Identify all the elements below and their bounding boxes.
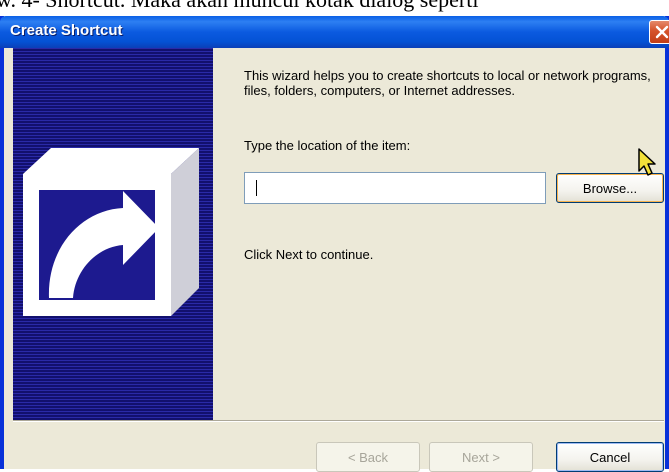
wizard-image-panel (13, 48, 213, 420)
intro-text: This wizard helps you to create shortcut… (244, 68, 651, 98)
create-shortcut-dialog: Create Shortcut This wizard helps you to… (0, 16, 669, 472)
mouse-pointer-icon (638, 148, 656, 176)
text-caret (256, 180, 257, 196)
cancel-button[interactable]: Cancel (556, 442, 664, 472)
close-button[interactable] (649, 20, 669, 44)
continue-instruction: Click Next to continue. (244, 247, 374, 262)
next-button[interactable]: Next > (429, 442, 533, 472)
close-icon (655, 25, 669, 39)
shortcut-arrow-icon (23, 148, 199, 316)
location-input[interactable] (244, 172, 546, 204)
location-label: Type the location of the item: (244, 138, 411, 153)
back-button[interactable]: < Back (316, 442, 420, 472)
dialog-title: Create Shortcut (10, 22, 123, 39)
footer-divider (13, 420, 664, 422)
browse-button[interactable]: Browse... (556, 173, 664, 203)
title-bar[interactable]: Create Shortcut (0, 16, 669, 48)
